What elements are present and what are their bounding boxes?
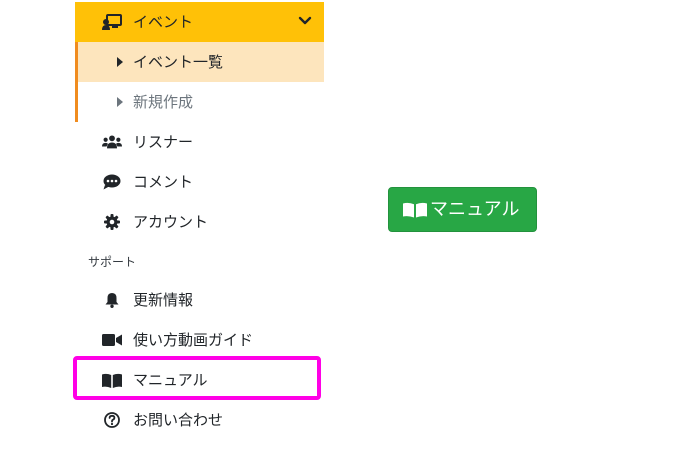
sidebar-item-listeners[interactable]: リスナー xyxy=(75,122,324,162)
sidebar-item-comments[interactable]: コメント xyxy=(75,162,324,202)
sidebar-item-new-event[interactable]: 新規作成 xyxy=(75,82,324,122)
sidebar-item-label: お問い合わせ xyxy=(133,411,224,429)
sidebar-item-label: イベント xyxy=(133,13,194,31)
users-icon xyxy=(102,134,122,150)
caret-right-icon xyxy=(110,54,130,70)
manual-highlight-box xyxy=(73,356,321,400)
caret-right-icon xyxy=(110,94,130,110)
sidebar-item-label: 使い方動画ガイド xyxy=(133,331,254,349)
sidebar-section-support: サポート xyxy=(88,255,137,269)
sidebar-item-label: コメント xyxy=(133,173,194,191)
video-camera-icon xyxy=(102,332,122,348)
book-open-icon xyxy=(402,202,428,218)
bell-icon xyxy=(102,292,122,308)
sidebar-item-label: イベント一覧 xyxy=(133,53,224,71)
manual-button-label: マニュアル xyxy=(430,199,520,220)
gear-icon xyxy=(102,214,122,230)
comment-dots-icon xyxy=(102,174,122,190)
sidebar-item-label: 更新情報 xyxy=(133,291,194,309)
sidebar-item-contact[interactable]: お問い合わせ xyxy=(75,400,324,440)
sidebar-item-updates[interactable]: 更新情報 xyxy=(75,280,324,320)
sidebar-item-events-list[interactable]: イベント一覧 xyxy=(75,42,324,82)
question-circle-icon xyxy=(102,412,122,428)
sidebar-item-label: リスナー xyxy=(133,133,194,151)
sidebar-item-account[interactable]: アカウント xyxy=(75,202,324,242)
manual-button[interactable]: マニュアル xyxy=(388,187,537,232)
sidebar-item-label: アカウント xyxy=(133,213,209,231)
sidebar-item-events[interactable]: イベント xyxy=(75,2,324,42)
sidebar-item-label: 新規作成 xyxy=(133,93,194,111)
presentation-icon xyxy=(102,14,122,30)
sidebar-item-video-guide[interactable]: 使い方動画ガイド xyxy=(75,320,324,360)
chevron-down-icon[interactable] xyxy=(298,14,312,28)
